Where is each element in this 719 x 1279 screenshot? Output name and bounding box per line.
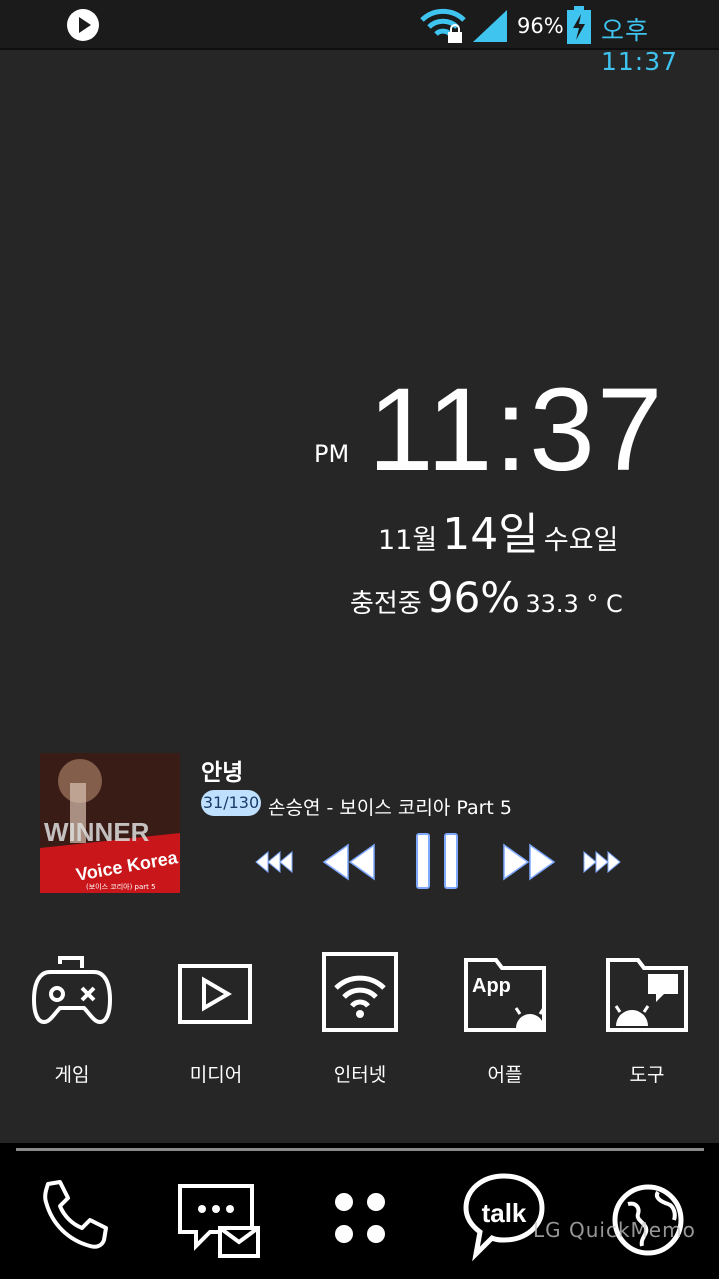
app-folder-icon: App	[464, 958, 546, 1032]
app-label: 인터넷	[333, 1064, 387, 1086]
album-winner-text: WINNER	[44, 817, 150, 847]
song-title: 안녕	[201, 760, 244, 786]
artist-album: 손승연 - 보이스 코리아 Part 5	[268, 797, 512, 819]
app-media[interactable]: 미디어	[161, 950, 271, 1087]
rewind-icon[interactable]	[322, 843, 376, 881]
wifi-box-icon	[322, 952, 398, 1032]
dock-divider	[16, 1148, 704, 1151]
wifi-lock-icon	[420, 8, 466, 43]
media-play-box-icon	[178, 964, 252, 1024]
svg-text:App: App	[472, 975, 511, 997]
track-counter: 31/130	[201, 790, 261, 816]
battery-row: 충전중 96% 33.3 ° C	[350, 573, 623, 622]
app-apps[interactable]: App 어플	[450, 950, 560, 1087]
date-weekday: 수요일	[543, 525, 619, 556]
quickmemo-watermark: LG QuickMemo	[533, 1218, 696, 1242]
skip-previous-icon[interactable]	[254, 850, 294, 874]
date-month: 11월	[378, 525, 438, 556]
battery-temperature: 33.3 ° C	[525, 590, 623, 618]
gamepad-icon	[31, 956, 113, 1025]
album-sub-text: (보이스 코리아) part 5	[86, 882, 156, 891]
album-art[interactable]: WINNER Voice Korea (보이스 코리아) part 5	[40, 753, 180, 893]
clock-ampm: PM	[314, 440, 350, 468]
app-internet[interactable]: 인터넷	[305, 950, 415, 1087]
talk-label: talk	[482, 1198, 527, 1228]
signal-icon	[473, 10, 507, 42]
app-drawer-icon[interactable]	[330, 1188, 390, 1248]
album-art-image: WINNER Voice Korea (보이스 코리아) part 5	[40, 753, 180, 893]
skip-next-icon[interactable]	[582, 850, 622, 874]
date-day: 14일	[442, 509, 539, 560]
app-label: 미디어	[189, 1064, 243, 1086]
pause-icon[interactable]	[414, 831, 460, 891]
tools-folder-icon	[606, 958, 688, 1032]
app-label: 도구	[629, 1064, 665, 1086]
app-label: 게임	[54, 1064, 90, 1086]
battery-percent-text: 96%	[517, 14, 564, 38]
date-row: 11월 14일 수요일	[378, 498, 618, 562]
fast-forward-icon[interactable]	[502, 843, 556, 881]
status-clock: 오후 11:37	[601, 16, 679, 76]
battery-level: 96%	[426, 573, 521, 622]
battery-charging-icon	[567, 6, 591, 44]
app-tools[interactable]: 도구	[592, 950, 702, 1087]
app-label: 어플	[487, 1064, 523, 1086]
clock-time: 11:37	[368, 364, 665, 496]
charging-label: 충전중	[350, 589, 422, 619]
messages-icon[interactable]	[176, 1178, 262, 1262]
phone-icon[interactable]	[34, 1178, 110, 1254]
app-game[interactable]: 게임	[17, 950, 127, 1087]
status-bar: 96% 오후 11:37	[0, 0, 719, 76]
media-play-icon	[67, 9, 99, 41]
